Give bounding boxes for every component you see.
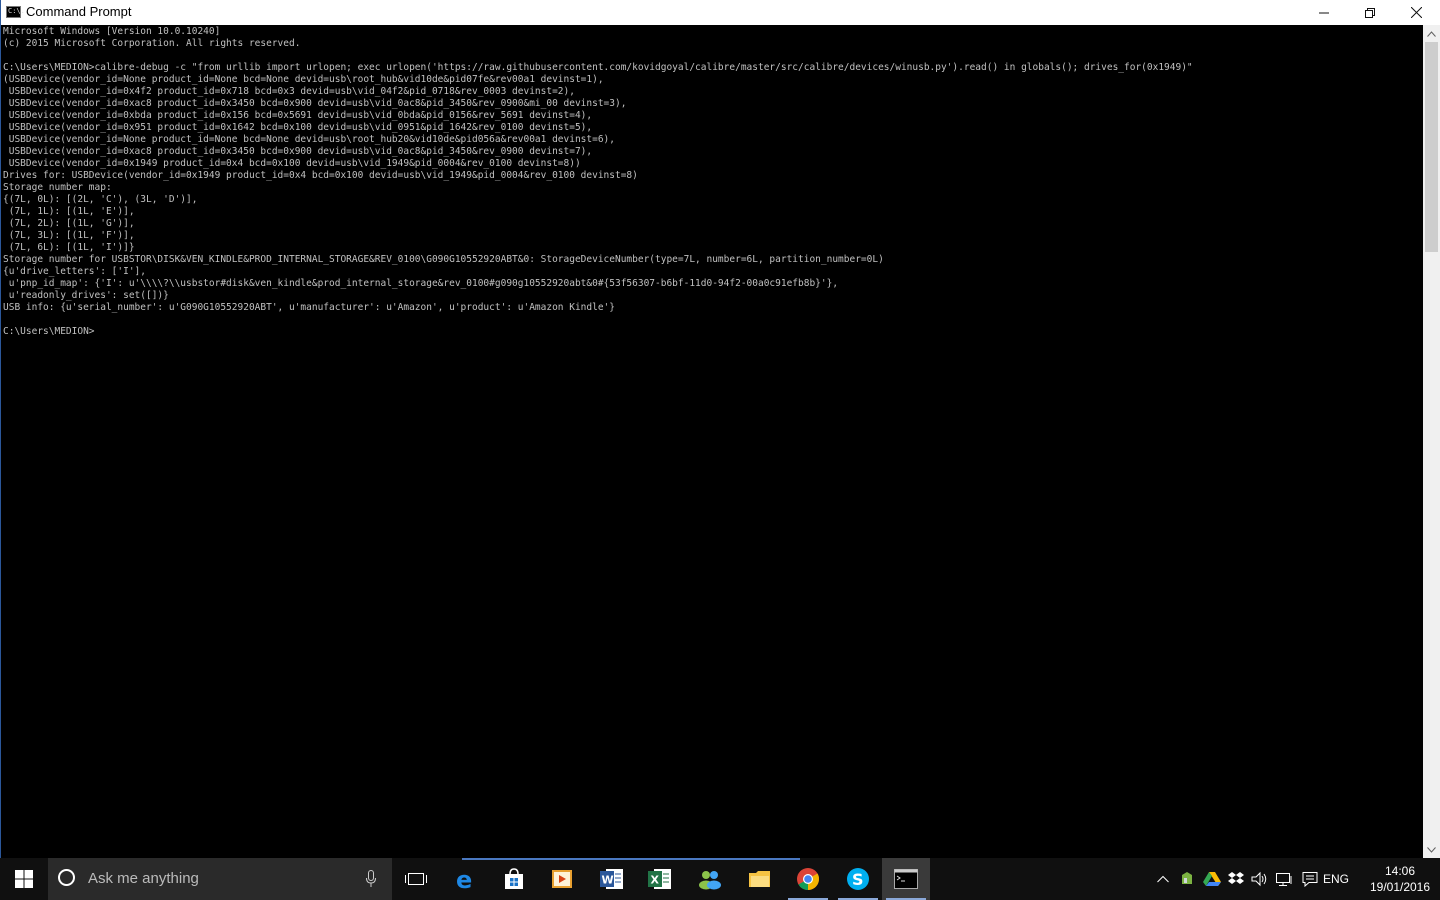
- media-player-icon: [552, 870, 572, 888]
- taskbar-excel[interactable]: X: [636, 858, 684, 900]
- scroll-thumb[interactable]: [1425, 42, 1438, 252]
- network-icon: [1276, 873, 1292, 886]
- cortana-icon: [58, 869, 75, 886]
- taskbar-edge[interactable]: e: [442, 858, 490, 900]
- search-placeholder: Ask me anything: [88, 870, 199, 887]
- console-line: {(7L, 0L): [(2L, 'C'), (3L, 'D')],: [3, 194, 198, 205]
- start-button[interactable]: [0, 858, 48, 900]
- taskbar-file-explorer[interactable]: [736, 858, 784, 900]
- taskbar-people[interactable]: [686, 858, 734, 900]
- console-line: USBDevice(vendor_id=0x4f2 product_id=0x7…: [3, 86, 575, 97]
- skype-icon: S: [847, 868, 869, 890]
- excel-icon: X: [648, 869, 671, 889]
- console-line: (7L, 2L): [(1L, 'G')],: [3, 218, 135, 229]
- folder-icon: [749, 871, 770, 887]
- show-hidden-icons-button[interactable]: [1154, 858, 1172, 900]
- taskbar-chrome[interactable]: [784, 858, 832, 900]
- chevron-down-icon: [1427, 846, 1436, 853]
- chevron-up-icon: [1427, 30, 1436, 37]
- close-icon: [1410, 7, 1422, 18]
- tray-network[interactable]: [1274, 858, 1294, 900]
- console-line: u'readonly_drives': set([])}: [3, 290, 169, 301]
- taskbar-store[interactable]: [490, 858, 538, 900]
- taskbar-skype[interactable]: S: [834, 858, 882, 900]
- action-center-icon: [1302, 872, 1318, 887]
- close-button[interactable]: [1393, 0, 1439, 25]
- windows-logo-icon: [15, 870, 33, 888]
- volume-icon: [1251, 871, 1267, 887]
- taskbar-word[interactable]: W: [588, 858, 636, 900]
- console-line: Microsoft Windows [Version 10.0.10240]: [3, 26, 221, 37]
- console-line: C:\Users\MEDION>calibre-debug -c "from u…: [3, 62, 1193, 73]
- console-line: u'pnp_id_map': {'I': u'\\\\?\\usbstor#di…: [3, 278, 839, 289]
- clock-date: 19/01/2016: [1369, 880, 1431, 894]
- input-language[interactable]: ENG: [1323, 872, 1349, 886]
- tray-evernote[interactable]: [1178, 858, 1196, 900]
- console-line: (USBDevice(vendor_id=None product_id=Non…: [3, 74, 604, 85]
- console-line: USBDevice(vendor_id=0xac8 product_id=0x3…: [3, 146, 593, 157]
- taskbar-media-player[interactable]: [538, 858, 586, 900]
- console-output[interactable]: Microsoft Windows [Version 10.0.10240] (…: [2, 25, 1422, 858]
- clock-time: 14:06: [1384, 864, 1416, 878]
- microphone-icon[interactable]: [366, 870, 376, 892]
- window-title: Command Prompt: [26, 4, 132, 19]
- chrome-icon: [797, 868, 819, 890]
- action-center-button[interactable]: [1300, 858, 1320, 900]
- minimize-icon: [1319, 12, 1329, 13]
- cortana-search-box[interactable]: Ask me anything: [48, 858, 392, 900]
- edge-icon: e: [456, 867, 472, 891]
- clock[interactable]: 14:06 19/01/2016: [1362, 863, 1438, 895]
- restore-icon: [1365, 7, 1375, 18]
- console-line: (7L, 6L): [(1L, 'I')]}: [3, 242, 135, 253]
- svg-text:S: S: [852, 870, 864, 889]
- task-view-button[interactable]: [392, 858, 440, 900]
- chevron-up-icon: [1157, 875, 1169, 883]
- console-line: (7L, 3L): [(1L, 'F')],: [3, 230, 135, 241]
- cmd-icon-text: C:\.: [8, 7, 25, 15]
- svg-text:e: e: [456, 867, 472, 891]
- vertical-scrollbar[interactable]: [1423, 25, 1440, 858]
- people-icon: [699, 871, 721, 890]
- word-icon: W: [600, 869, 623, 889]
- console-line: Drives for: USBDevice(vendor_id=0x1949 p…: [3, 170, 638, 181]
- console-line: USBDevice(vendor_id=0x951 product_id=0x1…: [3, 122, 593, 133]
- store-icon: [505, 868, 523, 889]
- tray-dropbox[interactable]: [1227, 858, 1245, 900]
- minimize-button[interactable]: [1301, 0, 1347, 25]
- console-line: USBDevice(vendor_id=0xac8 product_id=0x3…: [3, 98, 627, 109]
- console-line: (7L, 1L): [(1L, 'E')],: [3, 206, 135, 217]
- cmd-icon[interactable]: C:\.: [6, 6, 25, 18]
- console-text[interactable]: Microsoft Windows [Version 10.0.10240] (…: [2, 25, 1422, 338]
- scroll-down-button[interactable]: [1423, 841, 1440, 858]
- console-line: (c) 2015 Microsoft Corporation. All righ…: [3, 38, 301, 49]
- console-line: USBDevice(vendor_id=None product_id=None…: [3, 134, 615, 145]
- console-line: USBDevice(vendor_id=0x1949 product_id=0x…: [3, 158, 581, 169]
- scroll-up-button[interactable]: [1423, 25, 1440, 42]
- console-line: USBDevice(vendor_id=0xbda product_id=0x1…: [3, 110, 593, 121]
- svg-text:W: W: [602, 874, 614, 887]
- tray-volume[interactable]: [1250, 858, 1270, 900]
- title-bar[interactable]: C:\. Command Prompt: [1, 0, 1440, 25]
- command-prompt-icon: [894, 869, 918, 889]
- evernote-icon: [1182, 872, 1192, 884]
- taskbar-command-prompt[interactable]: [882, 858, 930, 900]
- console-line: Storage number map:: [3, 182, 112, 193]
- command-prompt-window: C:\. Command Prompt Microsoft Windows [V…: [0, 0, 1440, 858]
- svg-text:X: X: [651, 874, 660, 887]
- console-line: USB info: {u'serial_number': u'G090G1055…: [3, 302, 615, 313]
- task-view-icon: [405, 873, 427, 885]
- console-line: C:\Users\MEDION>: [3, 326, 95, 337]
- dropbox-icon: [1228, 872, 1244, 884]
- google-drive-icon: [1203, 872, 1221, 886]
- tray-google-drive[interactable]: [1202, 858, 1222, 900]
- taskbar: Ask me anything e W X S ENG 14:06 19/01/…: [0, 858, 1440, 900]
- console-line: {u'drive_letters': ['I'],: [3, 266, 146, 277]
- restore-button[interactable]: [1347, 0, 1393, 25]
- console-line: Storage number for USBSTOR\DISK&VEN_KIND…: [3, 254, 884, 265]
